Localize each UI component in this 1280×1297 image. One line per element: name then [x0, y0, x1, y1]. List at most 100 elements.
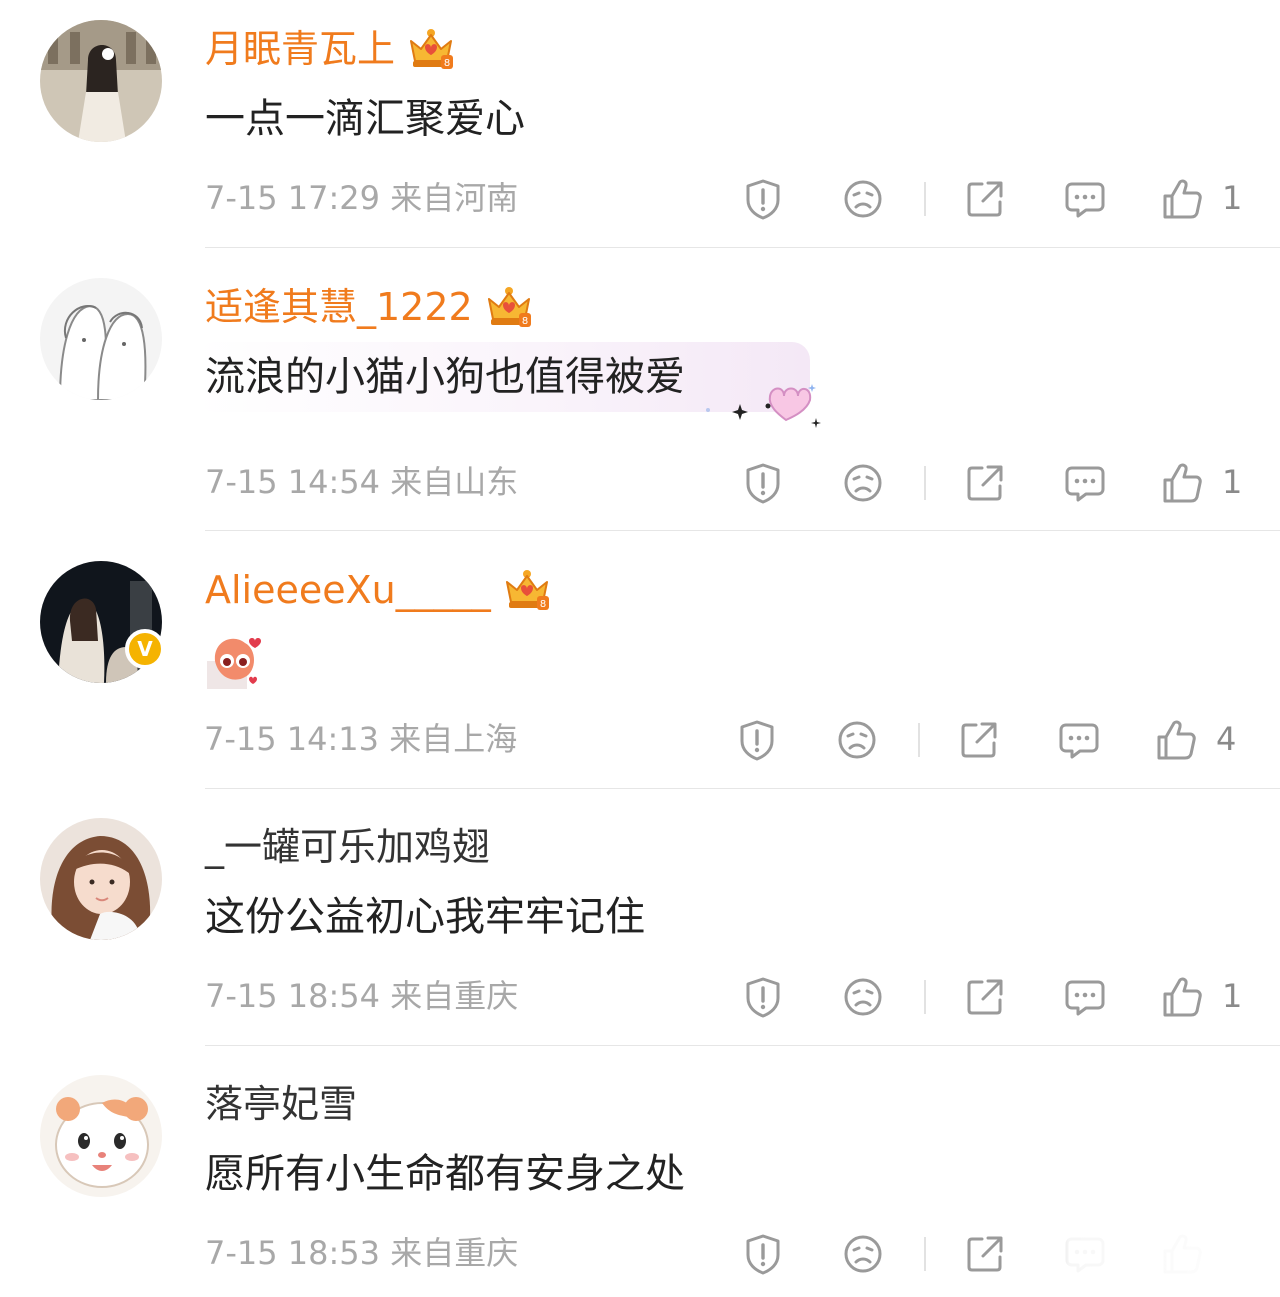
comment-feed: 月眠青瓦上 一点一滴汇聚爱心 7-15 17:29 来自河南 1 适逢其慧_12…	[0, 0, 1280, 1297]
comment-icon	[1062, 460, 1108, 506]
like-button[interactable]	[1160, 974, 1206, 1020]
comment-icon	[1056, 717, 1102, 763]
username-text[interactable]: 适逢其慧_1222	[205, 284, 473, 330]
report-button[interactable]	[734, 717, 780, 763]
thumbs-up-icon	[1160, 460, 1206, 506]
like-count: 4	[1216, 720, 1237, 758]
report-button[interactable]	[740, 460, 786, 506]
comment-item: 适逢其慧_1222 流浪的小猫小狗也值得被爱 7-15 14:54 来自山东 1	[0, 258, 1280, 532]
like-button[interactable]	[1160, 460, 1206, 506]
vip-crown-icon	[407, 27, 455, 71]
verified-badge: V	[125, 629, 165, 669]
bottom-fade-overlay	[1010, 1218, 1280, 1297]
report-button[interactable]	[740, 1231, 786, 1277]
like-button[interactable]	[1154, 717, 1200, 763]
dislike-button[interactable]	[834, 717, 880, 763]
comment-meta: 7-15 14:54 来自山东	[205, 463, 519, 501]
comment-item: V AlieeeeXu_____ 7-15 14:13 来自上海 4	[0, 541, 1280, 789]
comment-text: 愿所有小生命都有安身之处	[205, 1151, 685, 1197]
comment-meta: 7-15 18:53 来自重庆	[205, 1234, 519, 1272]
avatar-image	[40, 1075, 162, 1197]
divider	[205, 530, 1280, 531]
share-icon	[962, 1231, 1008, 1277]
like-button[interactable]	[1160, 176, 1206, 222]
like-count: 1	[1222, 463, 1243, 501]
like-count: 1	[1222, 179, 1243, 217]
avatar-image	[40, 278, 162, 400]
cute-face-sticker	[207, 638, 261, 689]
vip-crown-icon	[485, 285, 533, 329]
avatar[interactable]	[40, 20, 162, 142]
action-bar: 1	[740, 176, 1260, 222]
report-icon	[734, 717, 780, 763]
reply-button[interactable]	[1062, 176, 1108, 222]
avatar-image	[40, 20, 162, 142]
share-icon	[956, 717, 1002, 763]
dislike-icon	[834, 717, 880, 763]
comment-meta: 7-15 14:13 来自上海	[204, 720, 518, 758]
like-count: 1	[1222, 977, 1243, 1015]
divider	[205, 1045, 1280, 1046]
dislike-button[interactable]	[840, 1231, 886, 1277]
username[interactable]: 落亭妃雪	[205, 1081, 357, 1127]
report-button[interactable]	[740, 974, 786, 1020]
dislike-button[interactable]	[840, 460, 886, 506]
comment-icon	[1062, 974, 1108, 1020]
comment-icon	[1062, 176, 1108, 222]
action-bar: 1	[740, 460, 1260, 506]
username[interactable]: _一罐可乐加鸡翅	[205, 824, 490, 870]
comment-text: 一点一滴汇聚爱心	[205, 96, 525, 142]
action-divider	[924, 466, 926, 500]
reply-button[interactable]	[1062, 974, 1108, 1020]
reply-button[interactable]	[1062, 460, 1108, 506]
share-button[interactable]	[956, 717, 1002, 763]
username-text[interactable]: AlieeeeXu_____	[205, 567, 491, 613]
username[interactable]: 适逢其慧_1222	[205, 284, 533, 330]
comment-item: 月眠青瓦上 一点一滴汇聚爱心 7-15 17:29 来自河南 1	[0, 0, 1280, 248]
divider	[205, 788, 1280, 789]
action-bar: 4	[734, 717, 1254, 763]
share-button[interactable]	[962, 176, 1008, 222]
report-button[interactable]	[740, 176, 786, 222]
comment-item: _一罐可乐加鸡翅 这份公益初心我牢牢记住 7-15 18:54 来自重庆 1	[0, 798, 1280, 1046]
heart-sparkle-icon	[706, 384, 821, 428]
comment-meta: 7-15 17:29 来自河南	[205, 179, 519, 217]
username-text[interactable]: 月眠青瓦上	[205, 26, 395, 72]
username[interactable]: AlieeeeXu_____	[205, 567, 551, 613]
share-button[interactable]	[962, 1231, 1008, 1277]
action-divider	[924, 980, 926, 1014]
report-icon	[740, 460, 786, 506]
reply-button[interactable]	[1056, 717, 1102, 763]
vip-crown-icon	[503, 568, 551, 612]
dislike-icon	[840, 176, 886, 222]
action-divider	[924, 1237, 926, 1271]
avatar[interactable]	[40, 1075, 162, 1197]
comment-text: 流浪的小猫小狗也值得被爱	[205, 354, 685, 400]
dislike-icon	[840, 1231, 886, 1277]
report-icon	[740, 1231, 786, 1277]
avatar[interactable]	[40, 278, 162, 400]
avatar-image	[40, 818, 162, 940]
dislike-button[interactable]	[840, 176, 886, 222]
share-button[interactable]	[962, 974, 1008, 1020]
share-icon	[962, 974, 1008, 1020]
thumbs-up-icon	[1154, 717, 1200, 763]
report-icon	[740, 176, 786, 222]
share-button[interactable]	[962, 460, 1008, 506]
action-divider	[924, 182, 926, 216]
share-icon	[962, 176, 1008, 222]
comment-text: 这份公益初心我牢牢记住	[205, 894, 645, 940]
action-divider	[918, 723, 920, 757]
share-icon	[962, 460, 1008, 506]
dislike-icon	[840, 460, 886, 506]
action-bar: 1	[740, 974, 1260, 1020]
thumbs-up-icon	[1160, 974, 1206, 1020]
username[interactable]: 月眠青瓦上	[205, 26, 455, 72]
username-text[interactable]: _一罐可乐加鸡翅	[205, 824, 490, 870]
dislike-button[interactable]	[840, 974, 886, 1020]
username-text[interactable]: 落亭妃雪	[205, 1081, 357, 1127]
avatar[interactable]	[40, 818, 162, 940]
divider	[205, 247, 1280, 248]
dislike-icon	[840, 974, 886, 1020]
report-icon	[740, 974, 786, 1020]
